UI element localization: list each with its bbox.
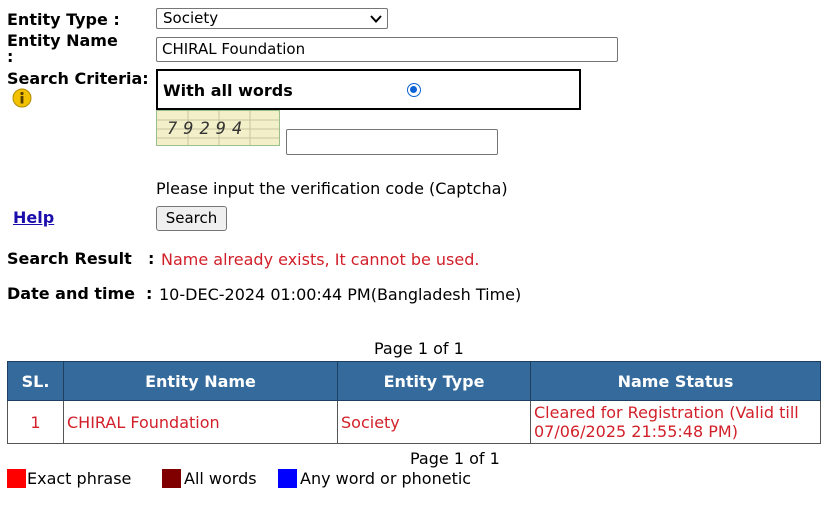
datetime-value: 10-DEC-2024 01:00:44 PM(Bangladesh Time) bbox=[159, 285, 522, 304]
search-result-label: Search Result bbox=[7, 249, 132, 268]
search-result-text: Name already exists, It cannot be used. bbox=[161, 250, 480, 269]
datetime-label: Date and time bbox=[7, 284, 136, 303]
header-sl: SL. bbox=[7, 361, 64, 401]
captcha-instruction: Please input the verification code (Capt… bbox=[156, 179, 508, 198]
entity-type-value: Society bbox=[163, 9, 219, 27]
captcha-input[interactable] bbox=[286, 129, 498, 155]
results-table: SL. Entity Name Entity Type Name Status … bbox=[7, 361, 821, 444]
help-link[interactable]: Help bbox=[13, 208, 54, 227]
chevron-down-icon bbox=[369, 12, 383, 26]
entity-type-label: Entity Type : bbox=[7, 10, 120, 29]
cell-sl: 1 bbox=[7, 400, 64, 444]
page-indicator-bottom: Page 1 of 1 bbox=[410, 449, 500, 468]
search-criteria-option-label: With all words bbox=[163, 81, 293, 100]
legend-swatch-exact bbox=[7, 469, 26, 488]
entity-name-input[interactable]: CHIRAL Foundation bbox=[156, 37, 618, 62]
legend-swatch-all-words bbox=[162, 469, 181, 488]
cell-entity-type: Society bbox=[337, 400, 531, 444]
captcha-image: 79294 bbox=[156, 110, 280, 146]
table-header-row: SL. Entity Name Entity Type Name Status bbox=[7, 361, 821, 401]
legend-swatch-any-word bbox=[278, 469, 297, 488]
captcha-code: 79294 bbox=[167, 119, 249, 139]
header-name-status: Name Status bbox=[530, 361, 821, 401]
search-criteria-label: Search Criteria: bbox=[7, 69, 149, 88]
cell-entity-name: CHIRAL Foundation bbox=[63, 400, 338, 444]
entity-name-colon: : bbox=[7, 47, 14, 66]
legend-label-any-word: Any word or phonetic bbox=[300, 469, 472, 488]
search-result-colon: : bbox=[148, 249, 155, 268]
cell-name-status: Cleared for Registration (Valid till 07/… bbox=[530, 400, 821, 444]
header-entity-name: Entity Name bbox=[63, 361, 338, 401]
search-criteria-box: With all words bbox=[156, 69, 581, 110]
header-entity-type: Entity Type bbox=[337, 361, 531, 401]
entity-name-label: Entity Name bbox=[7, 31, 118, 50]
legend-label-exact: Exact phrase bbox=[27, 469, 132, 488]
info-icon[interactable] bbox=[12, 88, 32, 108]
entity-type-select[interactable]: Society bbox=[156, 8, 388, 29]
table-row: 1 CHIRAL Foundation Society Cleared for … bbox=[7, 400, 821, 444]
legend-label-all-words: All words bbox=[184, 469, 257, 488]
page-indicator-top: Page 1 of 1 bbox=[374, 339, 464, 358]
radio-selected-icon[interactable] bbox=[407, 83, 421, 97]
search-button[interactable]: Search bbox=[156, 206, 227, 231]
datetime-colon: : bbox=[146, 284, 153, 303]
